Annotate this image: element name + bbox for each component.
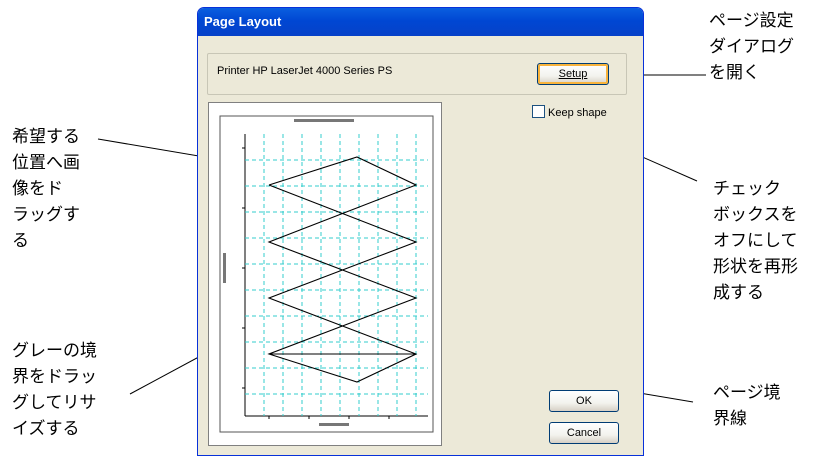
setup-annotation-line: を開く [709, 63, 760, 83]
x-axis-label-placeholder [319, 423, 349, 426]
chart-image-preview[interactable] [209, 103, 441, 445]
resize-annotation-line: グレーの境 [12, 341, 97, 361]
resize-annotation-line: イズする [12, 419, 80, 439]
drag-annotation-line: る [12, 231, 29, 251]
checkbox-annotation: チェック ボックスを オフにして 形状を再形 成する [713, 176, 798, 306]
data-zigzag-line [267, 156, 418, 383]
checkbox-annotation-line: オフにして [713, 231, 798, 251]
y-axis-label-placeholder [223, 253, 226, 283]
setup-annotation: ページ設定 ダイアログ を開く [709, 8, 794, 86]
page-layout-dialog: Page Layout Printer HP LaserJet 4000 Ser… [197, 7, 644, 456]
dialog-title: Page Layout [198, 8, 643, 36]
drag-annotation-line: 像をド [12, 179, 63, 199]
ok-button[interactable]: OK [549, 390, 619, 412]
drag-annotation-line: 希望する [12, 127, 80, 147]
drag-annotation-line: 位置へ画 [12, 153, 80, 173]
checkbox-annotation-line: 成する [713, 283, 764, 303]
page-preview[interactable] [208, 102, 442, 446]
resize-annotation-line: グしてリサ [12, 393, 97, 413]
cancel-button[interactable]: Cancel [549, 422, 619, 444]
setup-button[interactable]: Setup [537, 63, 609, 85]
setup-annotation-line: ページ設定 [709, 11, 794, 31]
drag-annotation: 希望する 位置へ画 像をド ラッグす る [12, 124, 80, 254]
keep-shape-checkbox-box[interactable] [532, 105, 545, 118]
gray-border-rect[interactable] [219, 115, 434, 433]
drag-annotation-line: ラッグす [12, 205, 80, 225]
checkbox-annotation-line: チェック [713, 179, 781, 199]
resize-annotation-line: 界をドラッ [12, 367, 97, 387]
keep-shape-checkbox[interactable]: Keep shape [532, 105, 607, 119]
printer-name-label: Printer HP LaserJet 4000 Series PS [217, 65, 393, 77]
keep-shape-label: Keep shape [548, 107, 607, 119]
grid-lines [245, 134, 428, 416]
page-border-annotation: ページ境 界線 [713, 380, 781, 432]
checkbox-annotation-line: ボックスを [713, 205, 798, 225]
page-border-annotation-line: ページ境 [713, 383, 781, 403]
setup-annotation-line: ダイアログ [709, 37, 794, 57]
page-border-annotation-line: 界線 [713, 409, 747, 429]
chart-title-placeholder [294, 119, 354, 122]
setup-button-label: Setup [558, 68, 588, 80]
checkbox-annotation-line: 形状を再形 [713, 257, 798, 277]
resize-annotation: グレーの境 界をドラッ グしてリサ イズする [12, 338, 97, 442]
